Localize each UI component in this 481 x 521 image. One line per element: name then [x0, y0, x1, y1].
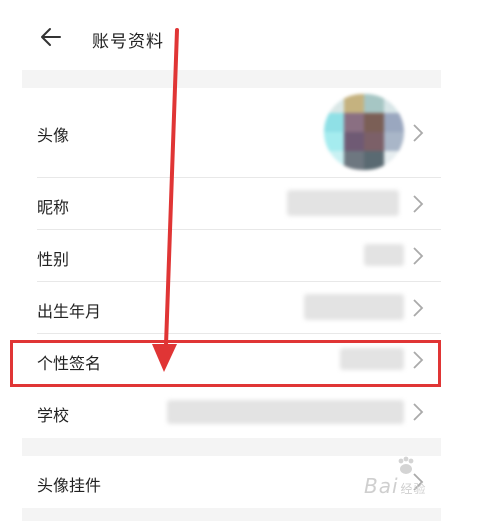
- watermark-subtext: 经验: [400, 482, 427, 496]
- watermark-text: Bai: [364, 474, 399, 498]
- red-arrow-icon: [152, 28, 179, 372]
- page: 账号资料 头像 昵称 性别 出生年月 个性签名 学校 头像挂件 Bai 经验: [0, 0, 481, 521]
- watermark: Bai 经验: [364, 474, 427, 498]
